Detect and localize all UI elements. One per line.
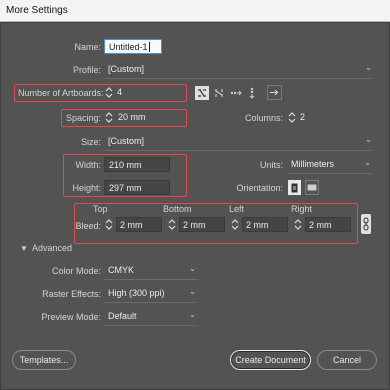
preview-mode-label: Preview Mode: <box>41 312 101 322</box>
chevron-down-icon: ⌄ <box>189 310 196 319</box>
color-mode-select[interactable]: CMYK ⌄ <box>104 263 198 278</box>
color-mode-value: CMYK <box>108 265 135 275</box>
artboards-label: Number of Artboards: <box>18 88 104 98</box>
text-caret <box>148 42 150 52</box>
name-input[interactable]: Untitled-1 <box>104 39 162 54</box>
chevron-down-icon: ⌄ <box>365 63 372 72</box>
size-select[interactable]: [Custom] ⌄ <box>104 134 374 149</box>
bleed-left-stepper[interactable]: 2 mm <box>230 217 288 232</box>
units-label: Units: <box>259 160 283 170</box>
portrait-icon[interactable] <box>288 180 301 195</box>
stepper-arrows-icon[interactable] <box>104 85 114 100</box>
raster-effects-value: High (300 ppi) <box>108 288 165 298</box>
bleed-top-value: 2 mm <box>116 217 162 232</box>
name-label: Name: <box>74 42 101 52</box>
more-settings-dialog: Name: Untitled-1 Profile: [Custom] ⌄ Num… <box>0 22 390 390</box>
profile-label: Profile: <box>72 65 101 75</box>
width-input[interactable]: 210 mm <box>104 157 170 172</box>
bleed-left-value: 2 mm <box>242 217 288 232</box>
chevron-down-icon: ⌄ <box>189 287 196 296</box>
columns-value: 2 <box>300 112 306 122</box>
collapse-triangle-icon[interactable]: ▼ <box>20 244 28 253</box>
stepper-arrows-icon[interactable] <box>104 110 114 125</box>
bleed-top-stepper[interactable]: 2 mm <box>104 217 162 232</box>
bleed-left-label: Left <box>229 204 245 214</box>
advanced-header[interactable]: Advanced <box>32 243 72 253</box>
change-layout-icon[interactable] <box>267 85 282 100</box>
spacing-stepper[interactable]: 20 mm <box>104 110 184 125</box>
profile-value: [Custom] <box>108 64 145 74</box>
columns-stepper[interactable]: 2 <box>287 110 339 125</box>
bleed-right-stepper[interactable]: 2 mm <box>293 217 351 232</box>
artboards-stepper[interactable]: 4 <box>104 85 164 100</box>
columns-label: Columns: <box>244 113 283 123</box>
templates-button[interactable]: Templates... <box>12 350 76 370</box>
stepper-arrows-icon[interactable] <box>104 217 114 232</box>
bleed-bottom-label: Bottom <box>163 204 192 214</box>
landscape-icon[interactable] <box>305 180 319 195</box>
divider <box>104 279 198 280</box>
divider <box>104 150 374 151</box>
color-mode-label: Color Mode: <box>51 266 101 276</box>
spacing-value: 20 mm <box>118 112 146 122</box>
name-value: Untitled-1 <box>109 42 148 52</box>
height-input[interactable]: 297 mm <box>104 180 170 195</box>
bleed-right-label: Right <box>291 204 313 214</box>
height-label: Height: <box>72 183 101 193</box>
width-label: Width: <box>75 160 101 170</box>
chevron-down-icon: ⌄ <box>365 135 372 144</box>
artboards-value: 4 <box>117 87 123 97</box>
chevron-down-icon: ⌄ <box>364 158 371 167</box>
link-chain-icon[interactable] <box>361 214 371 234</box>
bleed-top-label: Top <box>93 204 108 214</box>
bleed-bottom-value: 2 mm <box>179 217 225 232</box>
divider <box>104 78 374 79</box>
preview-mode-value: Default <box>108 311 137 321</box>
profile-select[interactable]: [Custom] ⌄ <box>104 62 374 77</box>
arrange-by-row-icon[interactable] <box>229 86 243 100</box>
raster-effects-label: Raster Effects: <box>42 289 101 299</box>
cancel-button[interactable]: Cancel <box>317 350 377 370</box>
preview-mode-select[interactable]: Default ⌄ <box>104 309 198 324</box>
divider <box>287 173 373 174</box>
grid-by-row-icon[interactable] <box>195 86 209 100</box>
divider <box>104 325 198 326</box>
size-value: [Custom] <box>108 136 145 146</box>
units-select[interactable]: Millimeters ⌄ <box>287 157 373 172</box>
arrange-by-column-icon[interactable] <box>245 86 259 100</box>
grid-by-column-icon[interactable] <box>212 86 226 100</box>
bleed-label: Bleed: <box>75 221 101 231</box>
raster-effects-select[interactable]: High (300 ppi) ⌄ <box>104 286 198 301</box>
stepper-arrows-icon[interactable] <box>230 217 240 232</box>
divider <box>104 302 198 303</box>
bleed-bottom-stepper[interactable]: 2 mm <box>167 217 225 232</box>
stepper-arrows-icon[interactable] <box>293 217 303 232</box>
spacing-label: Spacing: <box>65 113 101 123</box>
size-label: Size: <box>80 137 101 147</box>
bleed-right-value: 2 mm <box>305 217 351 232</box>
create-document-button[interactable]: Create Document <box>230 350 311 370</box>
stepper-arrows-icon[interactable] <box>167 217 177 232</box>
units-value: Millimeters <box>291 159 335 169</box>
orientation-label: Orientation: <box>236 183 283 193</box>
chevron-down-icon: ⌄ <box>189 264 196 273</box>
stepper-arrows-icon[interactable] <box>287 110 297 125</box>
window-title: More Settings <box>0 0 390 22</box>
